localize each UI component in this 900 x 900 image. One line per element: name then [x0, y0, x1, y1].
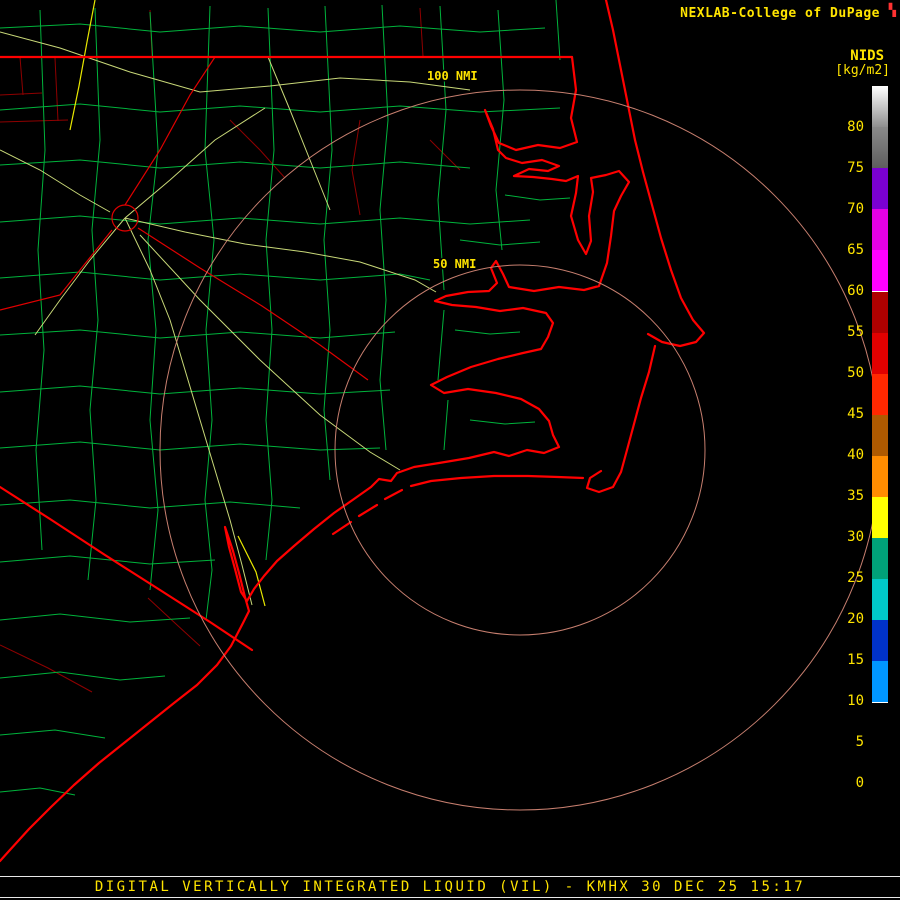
- colorbar-tick-label: 10: [847, 693, 864, 709]
- footer-divider-bottom: [0, 897, 900, 898]
- colorbar-tick-label: 30: [847, 529, 864, 545]
- product-label: NIDS: [850, 48, 884, 64]
- colorbar-tick-label: 5: [855, 734, 864, 750]
- colorbar-tick-label: 0: [855, 775, 864, 791]
- colorbar-tick-label: 55: [847, 324, 864, 340]
- colorbar-tick-label: 35: [847, 488, 864, 504]
- colorbar-segment: [872, 702, 888, 744]
- brand-text: NEXLAB-College of DuPage: [680, 6, 880, 21]
- colorbar-segment: [872, 456, 888, 497]
- range-ring-label-50: 50 NMI: [433, 257, 476, 271]
- colorbar-tick-label: 60: [847, 283, 864, 299]
- colorbar-tick-label: 70: [847, 201, 864, 217]
- colorbar-segment: [872, 415, 888, 456]
- map-background: [0, 0, 900, 900]
- colorbar-tick-label: 45: [847, 406, 864, 422]
- radar-map: 100 NMI 50 NMI: [0, 0, 900, 900]
- colorbar-segment: [872, 333, 888, 374]
- cod-logo-icon: ▚: [888, 3, 896, 17]
- colorbar-tick-label: 80: [847, 119, 864, 135]
- colorbar-segment: [872, 661, 888, 702]
- colorbar-bar: [872, 86, 888, 826]
- colorbar-segment: [872, 127, 888, 168]
- colorbar-segment: [872, 250, 888, 291]
- colorbar-tick-label: 15: [847, 652, 864, 668]
- colorbar-tick-label: 65: [847, 242, 864, 258]
- colorbar-segment: [872, 168, 888, 209]
- colorbar-segment: [872, 744, 888, 785]
- colorbar-segment: [872, 209, 888, 250]
- range-ring-label-100: 100 NMI: [427, 69, 478, 83]
- colorbar-segment: [872, 538, 888, 579]
- colorbar-segment: [872, 785, 888, 826]
- colorbar-tick-label: 75: [847, 160, 864, 176]
- colorbar-tick-label: 25: [847, 570, 864, 586]
- colorbar-segment: [872, 620, 888, 661]
- footer-divider-top: [0, 876, 900, 877]
- colorbar-segment: [872, 291, 888, 333]
- units-label: [kg/m2]: [835, 63, 890, 78]
- colorbar-segment: [872, 86, 888, 127]
- product-title: DIGITAL VERTICALLY INTEGRATED LIQUID (VI…: [94, 879, 806, 895]
- colorbar-segment: [872, 579, 888, 620]
- colorbar-tick-label: 20: [847, 611, 864, 627]
- colorbar-segment: [872, 374, 888, 415]
- colorbar-tick-label: 40: [847, 447, 864, 463]
- colorbar-segment: [872, 497, 888, 538]
- colorbar-tick-label: 50: [847, 365, 864, 381]
